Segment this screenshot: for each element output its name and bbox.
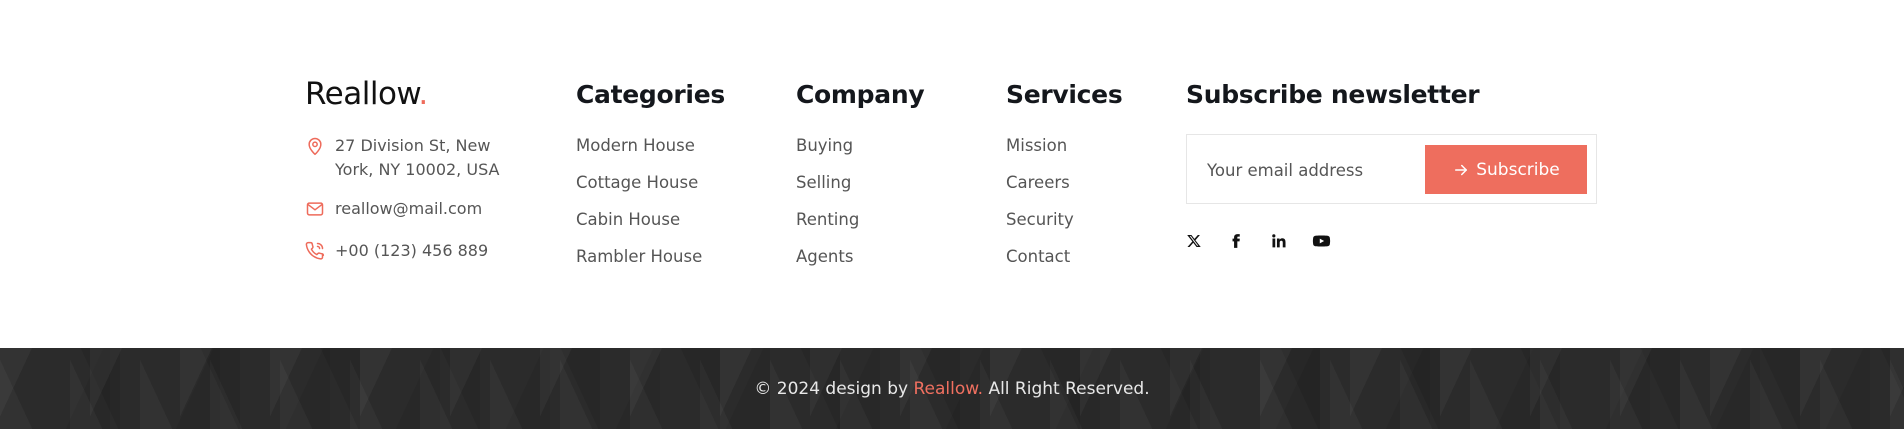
link-mission[interactable]: Mission [1006, 134, 1074, 171]
company-heading: Company [796, 80, 925, 109]
link-security[interactable]: Security [1006, 208, 1074, 245]
categories-heading: Categories [576, 80, 725, 109]
social-links [1186, 230, 1354, 252]
subscribe-button[interactable]: Subscribe [1425, 145, 1587, 194]
email-input[interactable] [1207, 153, 1407, 187]
arrow-right-icon [1455, 164, 1468, 175]
map-pin-icon [308, 137, 322, 156]
link-buying[interactable]: Buying [796, 134, 859, 171]
x-link[interactable] [1186, 230, 1228, 252]
link-agents[interactable]: Agents [796, 245, 859, 282]
link-careers[interactable]: Careers [1006, 171, 1074, 208]
phone-icon [305, 241, 325, 260]
link-contact[interactable]: Contact [1006, 245, 1074, 282]
footer-bottom-bar: © 2024 design by Reallow. All Right Rese… [0, 348, 1904, 429]
x-icon [1187, 235, 1201, 247]
link-selling[interactable]: Selling [796, 171, 859, 208]
facebook-link[interactable] [1228, 230, 1270, 252]
services-links: Mission Careers Security Contact [1006, 134, 1074, 282]
phone-text[interactable]: +00 (123) 456 889 [335, 239, 488, 263]
linkedin-link[interactable] [1270, 230, 1312, 252]
linkedin-icon [1272, 234, 1286, 248]
link-cabin-house[interactable]: Cabin House [576, 208, 702, 245]
email-text[interactable]: reallow@mail.com [335, 197, 482, 221]
link-renting[interactable]: Renting [796, 208, 859, 245]
youtube-link[interactable] [1312, 230, 1354, 252]
brand-logo[interactable]: Reallow. [305, 76, 428, 112]
contact-address: 27 Division St, New York, NY 10002, USA [305, 134, 505, 182]
youtube-icon [1312, 235, 1331, 247]
categories-links: Modern House Cottage House Cabin House R… [576, 134, 702, 282]
facebook-icon [1232, 234, 1240, 248]
subscribe-label: Subscribe [1476, 159, 1560, 180]
company-links: Buying Selling Renting Agents [796, 134, 859, 282]
copyright-brand-link[interactable]: Reallow. [914, 379, 984, 399]
services-heading: Services [1006, 80, 1123, 109]
newsletter-form: Subscribe [1186, 134, 1597, 204]
contact-email[interactable]: reallow@mail.com [305, 197, 482, 221]
copyright-text: © 2024 design by Reallow. All Right Rese… [754, 378, 1150, 399]
address-text: 27 Division St, New York, NY 10002, USA [335, 136, 500, 179]
footer-main: Reallow. 27 Division St, New York, NY 10… [0, 0, 1904, 348]
mail-icon [306, 202, 324, 216]
newsletter-heading: Subscribe newsletter [1186, 80, 1480, 109]
link-cottage-house[interactable]: Cottage House [576, 171, 702, 208]
link-modern-house[interactable]: Modern House [576, 134, 702, 171]
link-rambler-house[interactable]: Rambler House [576, 245, 702, 282]
contact-phone[interactable]: +00 (123) 456 889 [305, 239, 488, 263]
